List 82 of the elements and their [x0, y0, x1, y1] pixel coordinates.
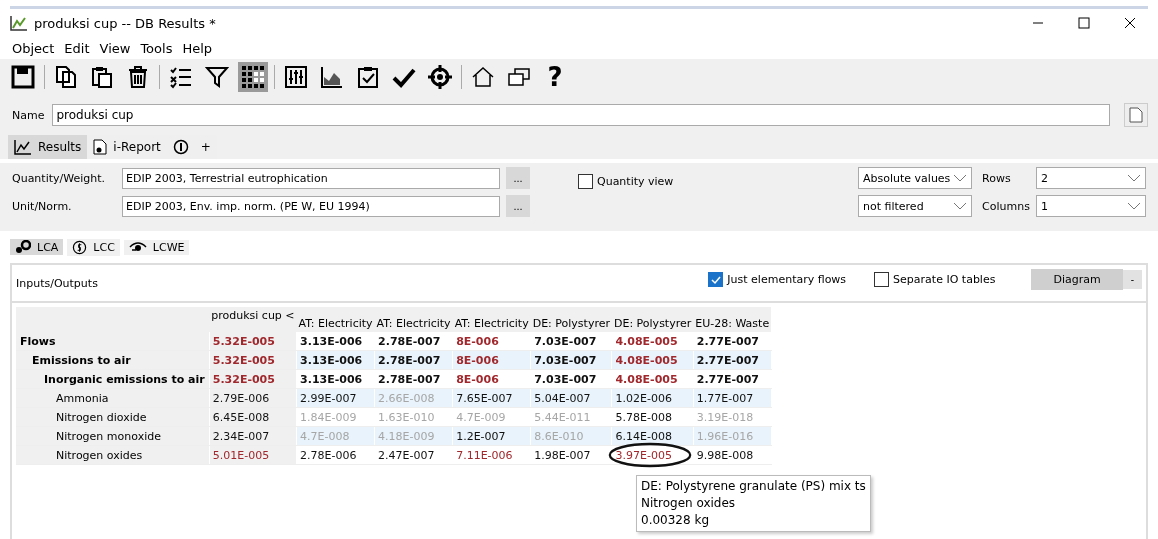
close-icon[interactable] — [1124, 17, 1136, 29]
value-cell: 1.63E-010 — [374, 407, 453, 427]
value-cell: 3.97E-005 — [611, 445, 694, 465]
eye-icon — [128, 241, 147, 253]
value-cell: 3.13E-006 — [296, 369, 375, 389]
column-header[interactable]: DE: Polystyrer — [530, 307, 612, 332]
app-icon — [10, 15, 28, 31]
editor-tab[interactable]: Results — [8, 135, 88, 159]
coin-icon — [72, 239, 88, 255]
column-header[interactable]: AT: Electricity — [374, 307, 453, 332]
result-tab[interactable]: LCWE — [123, 239, 190, 255]
value-cell: 2.78E-007 — [374, 369, 453, 389]
browse-button[interactable]: ... — [506, 167, 530, 189]
maximize-icon[interactable] — [1078, 17, 1090, 29]
value-cell: 2.77E-007 — [693, 369, 772, 389]
name-field[interactable]: produksi cup — [52, 104, 1110, 126]
value-cell: 2.78E-007 — [374, 332, 453, 351]
value-cell: 8E-006 — [452, 369, 531, 389]
help-button[interactable]: ? — [540, 62, 570, 92]
value-cell: 5.32E-005 — [209, 332, 297, 351]
value-cell: 4.08E-005 — [611, 369, 694, 389]
menu-item[interactable]: View — [99, 40, 131, 56]
caret-icon[interactable] — [1127, 174, 1141, 182]
value-cell: 4.7E-009 — [452, 407, 531, 427]
columns-dropdown[interactable]: 1 — [1041, 199, 1048, 213]
field-label: Rows — [981, 171, 1012, 185]
document-icon — [93, 139, 108, 155]
value-cell: 7.03E-007 — [530, 369, 612, 389]
checkbox-label: Separate IO tables — [893, 273, 996, 286]
column-header[interactable]: DE: Polystyrer — [611, 307, 694, 332]
checkbox-label: Just elementary flows — [727, 273, 847, 286]
panel-title: Inputs/Outputs — [16, 277, 98, 290]
result-tab[interactable]: LCC — [67, 238, 120, 256]
column-header[interactable]: produksi cup < — [209, 307, 297, 332]
grid-button[interactable] — [238, 62, 268, 92]
checkbox[interactable] — [874, 272, 890, 287]
value-cell: 9.98E-008 — [693, 445, 772, 465]
method-field[interactable]: EDIP 2003, Terrestrial eutrophication — [122, 167, 500, 189]
name-label: Name — [12, 108, 45, 122]
field-label: Unit/Norm. — [12, 199, 73, 213]
tooltip-line: DE: Polystyrene granulate (PS) mix ts — [641, 478, 866, 495]
caret-icon[interactable] — [1127, 202, 1141, 210]
value-cell: 7.11E-006 — [452, 445, 531, 465]
column-header[interactable]: EU-28: Waste — [693, 307, 772, 332]
menu-item[interactable]: Edit — [64, 40, 90, 56]
value-cell: 3.13E-006 — [296, 332, 375, 351]
value-cell: 7.03E-007 — [530, 332, 612, 351]
tooltip-line: 0.00328 kg — [641, 512, 710, 529]
method-field[interactable]: EDIP 2003, Env. imp. norm. (PE W, EU 1994) — [122, 195, 500, 217]
value-cell: 1.84E-009 — [296, 407, 375, 427]
value-cell: 2.47E-007 — [374, 445, 453, 465]
value-cell: 4.08E-005 — [611, 332, 694, 351]
target-button[interactable] — [425, 62, 455, 92]
result-tab[interactable]: LCA — [10, 239, 64, 255]
menu-item[interactable]: Object — [12, 40, 55, 56]
value-cell: 3.19E-018 — [693, 407, 772, 427]
checkbox-label: Quantity view — [597, 175, 674, 188]
diagram-button[interactable]: Diagram — [1031, 269, 1123, 290]
row-label[interactable]: Flows — [16, 332, 210, 351]
value-cell: 5.44E-011 — [530, 407, 612, 427]
tooltip-line: Nitrogen oxides — [641, 495, 737, 512]
value-cell: 2.77E-007 — [693, 332, 772, 351]
menu-item[interactable]: Tools — [140, 40, 173, 56]
value-cell: 2.78E-006 — [296, 445, 375, 465]
line-chart-icon — [14, 139, 32, 155]
caret-icon[interactable] — [953, 202, 967, 210]
checkbox[interactable] — [578, 174, 593, 189]
column-header[interactable]: AT: Electricity — [296, 307, 375, 332]
file-button[interactable] — [1124, 103, 1148, 127]
field-label: Columns — [981, 199, 1030, 213]
browse-button[interactable]: ... — [506, 195, 530, 217]
value-cell: 1.98E-007 — [530, 445, 612, 465]
caret-icon[interactable] — [953, 174, 967, 182]
menu-item[interactable]: Help — [182, 40, 213, 56]
checkbox[interactable] — [708, 272, 724, 287]
gears-icon — [15, 240, 31, 254]
field-label: Quantity/Weight. — [12, 171, 107, 185]
rows-dropdown[interactable]: 2 — [1041, 171, 1048, 185]
value-cell: 8E-006 — [452, 332, 531, 351]
column-header[interactable]: AT: Electricity — [452, 307, 531, 332]
window-title: produksi cup -- DB Results * — [34, 15, 216, 31]
value-cell: 5.78E-008 — [611, 407, 694, 427]
